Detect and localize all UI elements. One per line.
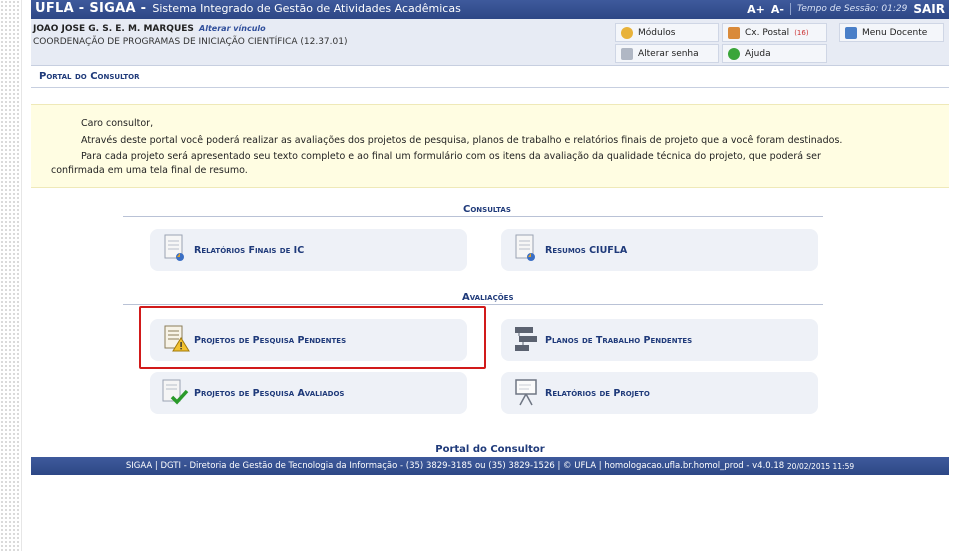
top-bar-controls: A+ A- Tempo de Sessão: 01:29 SAIR [747,2,945,16]
mailbox-button[interactable]: Cx. Postal (16) [722,23,827,42]
report-document-icon [164,234,184,261]
font-increase-button[interactable]: A+ [747,3,765,16]
page: UFLA - SIGAA - Sistema Integrado de Gestã… [31,0,949,475]
presentation-board-icon [515,379,537,406]
card-label: Projetos de Pesquisa Avaliados [194,387,345,399]
change-password-label: Alterar senha [638,48,699,59]
modules-icon [621,26,633,39]
menu-docente-button[interactable]: Menu Docente [839,23,944,42]
highlight-box [139,306,486,369]
page-title: Portal do Consultor [39,71,140,82]
divider [789,3,791,15]
card-label: Relatórios de Projeto [545,387,650,399]
card-planos-pendentes[interactable]: Planos de Trabalho Pendentes [501,319,818,361]
system-name: Sistema Integrado de Gestão de Atividade… [152,2,461,15]
mailbox-icon [728,26,740,39]
user-name-row: JOAO JOSE G. S. E. M. MARQUES Alterar ví… [33,24,266,34]
card-label: Resumos CIUFLA [545,244,628,256]
section-consultas-title: Consultas [463,204,511,215]
footer-bar: SIGAA | DGTI - Diretoria de Gestão de Te… [31,457,949,475]
logout-button[interactable]: SAIR [913,2,945,16]
card-projetos-avaliados[interactable]: Projetos de Pesquisa Avaliados [150,372,467,414]
sitemap-icon [845,26,857,39]
checked-document-icon [162,379,189,405]
card-relatorios-finais[interactable]: Relatórios Finais de IC [150,229,467,271]
change-password-button[interactable]: Alterar senha [615,44,719,63]
left-gutter [0,0,22,551]
font-decrease-button[interactable]: A- [771,3,784,16]
section-divider [123,304,823,305]
card-resumos-ciufla[interactable]: Resumos CIUFLA [501,229,818,271]
user-info-bar: JOAO JOSE G. S. E. M. MARQUES Alterar ví… [31,19,949,66]
info-line-2: Para cada projeto será apresentado seu t… [81,151,821,162]
help-label: Ajuda [745,48,771,59]
card-label: Planos de Trabalho Pendentes [545,334,693,346]
session-timer: Tempo de Sessão: 01:29 [796,4,908,14]
section-divider [123,216,823,217]
portal-title-bar: Portal do Consultor [31,66,949,88]
section-avaliacoes-title: Avaliações [462,292,514,303]
footer-text: SIGAA | DGTI - Diretoria de Gestão de Te… [125,461,785,471]
modules-button[interactable]: Módulos [615,23,719,42]
card-relatorios-projeto[interactable]: Relatórios de Projeto [501,372,818,414]
modules-label: Módulos [638,27,676,38]
footer-timestamp: 20/02/2015 11:59 [786,461,855,471]
help-button[interactable]: Ajuda [722,44,827,63]
info-line-3: confirmada em uma tela final de resumo. [51,165,248,176]
card-label: Relatórios Finais de IC [194,244,305,256]
user-name: JOAO JOSE G. S. E. M. MARQUES [33,24,194,34]
menu-docente-label: Menu Docente [862,27,928,38]
app-title: UFLA - SIGAA - Sistema Integrado de Gestã… [35,1,461,16]
change-link[interactable]: Alterar vínculo [199,24,266,33]
flowchart-icon [515,327,537,351]
info-box: Caro consultor, Através deste portal voc… [31,104,949,188]
info-greeting: Caro consultor, [81,118,154,129]
mailbox-label: Cx. Postal [745,27,790,38]
key-icon [621,47,633,60]
mailbox-count: (16) [794,28,809,37]
info-line-1: Através deste portal você poderá realiza… [81,135,843,146]
help-icon [728,47,740,60]
top-bar: UFLA - SIGAA - Sistema Integrado de Gestã… [31,0,949,19]
report-document-icon [515,234,535,261]
footer-title: Portal do Consultor [435,444,545,455]
brand-name: UFLA - SIGAA - [35,1,147,16]
user-unit: COORDENAÇÃO DE PROGRAMAS DE INICIAÇÃO CI… [33,37,348,47]
